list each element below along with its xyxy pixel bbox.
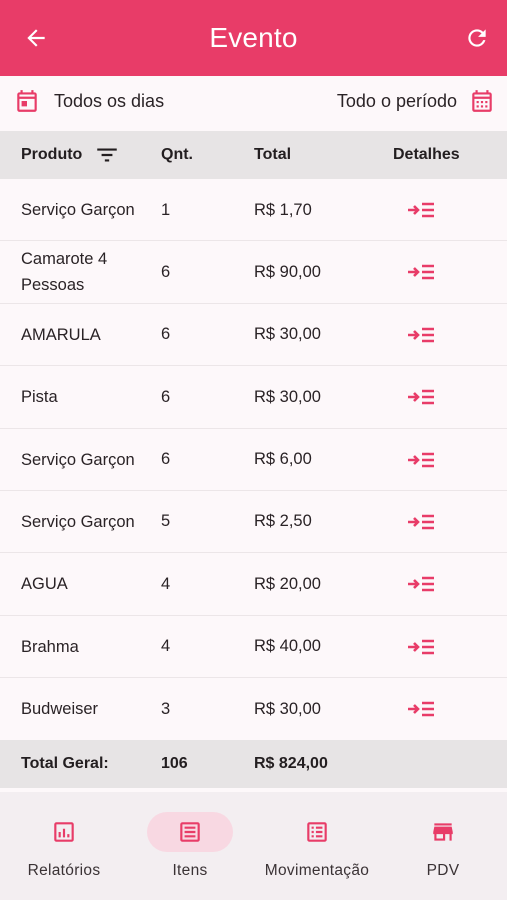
row-total: R$ 30,00	[254, 699, 321, 718]
row-product: Serviço Garçon	[21, 512, 135, 531]
table-row: Serviço Garçon 1 R$ 1,70	[0, 179, 507, 242]
table-row: Budweiser 3 R$ 30,00	[0, 678, 507, 741]
nav-item-itens[interactable]: Itens	[147, 792, 233, 900]
report-icon	[54, 822, 74, 842]
calendar-grid-icon	[472, 90, 492, 112]
details-button[interactable]	[404, 678, 438, 740]
row-qty: 4	[161, 574, 171, 593]
nav-label: Itens	[172, 862, 208, 879]
details-arrow-icon	[408, 701, 434, 717]
table-row: Serviço Garçon 5 R$ 2,50	[0, 490, 507, 554]
nav-label: PDV	[426, 862, 460, 879]
details-arrow-icon	[408, 327, 434, 343]
details-button[interactable]	[404, 553, 438, 615]
table-row: Brahma 4 R$ 40,00	[0, 615, 507, 679]
details-arrow-icon	[408, 514, 434, 530]
row-qty: 6	[161, 262, 171, 281]
row-product: Brahma	[21, 637, 79, 656]
details-button[interactable]	[404, 429, 438, 491]
row-product: Pista	[21, 388, 58, 407]
table-row: Camarote 4 Pessoas 6 R$ 90,00	[0, 241, 507, 304]
calendar-icon	[17, 90, 37, 112]
page-title: Evento	[209, 22, 298, 53]
details-button[interactable]	[404, 304, 438, 366]
nav-item-movimentacao[interactable]: Movimentação	[255, 792, 379, 900]
product-header-label: Produto	[21, 146, 83, 163]
row-product: AMARULA	[21, 325, 101, 344]
store-icon	[433, 823, 453, 841]
details-arrow-icon	[408, 452, 434, 467]
nav-pill	[21, 812, 107, 852]
row-qty: 3	[161, 699, 171, 718]
nav-label: Relatórios	[27, 862, 101, 879]
details-arrow-icon	[408, 639, 434, 655]
row-total: R$ 30,00	[254, 325, 321, 344]
row-product: Serviço Garçon	[21, 201, 135, 219]
row-product: Camarote 4 Pessoas	[21, 250, 108, 295]
row-product: Budweiser	[21, 700, 99, 719]
nav-pill	[274, 812, 360, 852]
nav-item-relatorios[interactable]: Relatórios	[21, 792, 107, 900]
filter-list-icon	[97, 148, 118, 162]
details-arrow-icon	[408, 202, 434, 218]
days-filter[interactable]: Todos os dias	[14, 88, 164, 114]
row-total: R$ 20,00	[254, 574, 321, 593]
days-filter-label: Todos os dias	[54, 90, 165, 111]
row-qty: 6	[161, 450, 171, 469]
nav-pill	[400, 812, 486, 852]
total-value: R$ 824,00	[254, 755, 328, 772]
table-header: Produto Qnt. Total Detalhes	[0, 131, 507, 179]
row-product: AGUA	[21, 575, 68, 594]
details-button[interactable]	[404, 179, 438, 241]
table-row: AGUA 4 R$ 20,00	[0, 553, 507, 616]
qty-header-label: Qnt.	[161, 146, 193, 163]
nav-item-pdv[interactable]: PDV	[400, 792, 486, 900]
total-qty: 106	[161, 755, 188, 772]
details-button[interactable]	[404, 241, 438, 303]
period-filter-label: Todo o período	[336, 90, 457, 111]
row-product: Serviço Garçon	[21, 450, 135, 469]
table-row: Serviço Garçon 6 R$ 6,00	[0, 428, 507, 491]
row-total: R$ 1,70	[254, 200, 312, 219]
row-total: R$ 6,00	[254, 450, 312, 469]
details-button[interactable]	[404, 366, 438, 428]
bottom-navigation: Relatórios Itens Movimentação PDV	[0, 792, 507, 900]
details-arrow-icon	[408, 265, 434, 280]
row-total: R$ 30,00	[254, 387, 321, 406]
total-row: Total Geral: 106 R$ 824,00	[0, 740, 507, 788]
list-icon	[180, 822, 200, 842]
row-qty: 4	[161, 637, 171, 656]
row-total: R$ 40,00	[254, 637, 321, 656]
details-header-label: Detalhes	[393, 146, 460, 163]
filter-bar: Todos os dias Todo o período	[0, 76, 507, 131]
row-total: R$ 90,00	[254, 262, 321, 281]
app-bar: Evento	[0, 0, 507, 76]
back-button[interactable]	[20, 22, 52, 54]
table-row: AMARULA 6 R$ 30,00	[0, 303, 507, 367]
refresh-button[interactable]	[461, 22, 493, 54]
table-row: Pista 6 R$ 30,00	[0, 366, 507, 429]
total-label: Total Geral:	[21, 755, 109, 772]
details-button[interactable]	[404, 616, 438, 678]
total-header-label: Total	[254, 146, 292, 163]
details-arrow-icon	[408, 577, 434, 592]
row-qty: 6	[161, 387, 171, 406]
product-column-header[interactable]: Produto	[21, 131, 120, 179]
items-table-body: Serviço Garçon 1 R$ 1,70 Camarote 4 Pess…	[0, 179, 507, 741]
refresh-icon	[468, 29, 486, 47]
nav-label: Movimentação	[264, 862, 370, 879]
row-qty: 1	[161, 200, 171, 219]
arrow-left-icon	[27, 29, 45, 47]
nav-pill-active	[147, 812, 233, 852]
row-qty: 5	[161, 512, 171, 531]
row-qty: 6	[161, 325, 171, 344]
details-arrow-icon	[408, 389, 434, 405]
details-button[interactable]	[404, 491, 438, 553]
movement-list-icon	[307, 822, 327, 842]
period-filter[interactable]: Todo o período	[337, 88, 495, 114]
row-total: R$ 2,50	[254, 512, 312, 531]
